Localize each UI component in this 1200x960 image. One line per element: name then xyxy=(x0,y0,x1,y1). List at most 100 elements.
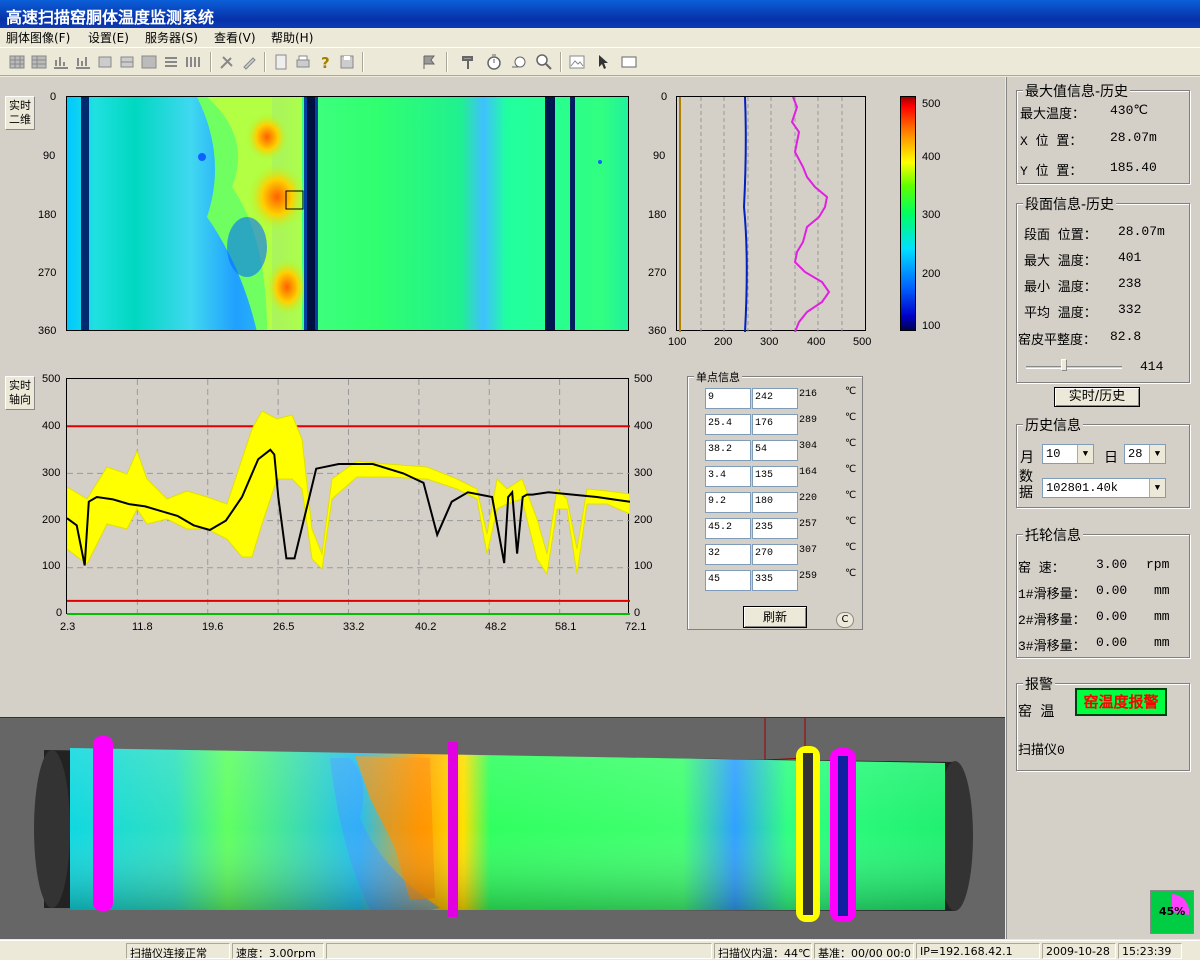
save-icon[interactable] xyxy=(338,53,356,71)
line-y-tick-right: 100 xyxy=(634,560,653,572)
realtime-history-toggle[interactable]: 实时/历史 xyxy=(1054,387,1140,407)
status-connection: 扫描仪连接正常 xyxy=(126,943,230,959)
temperature-colorbar xyxy=(900,96,916,331)
rectangle-icon[interactable] xyxy=(620,53,638,71)
realtime-axial-button[interactable]: 实时轴向 xyxy=(5,376,35,410)
toolbar: ? xyxy=(0,47,1200,76)
line-x-tick: 11.8 xyxy=(132,621,153,633)
chart-icon[interactable] xyxy=(52,53,70,71)
chevron-down-icon[interactable]: ▼ xyxy=(1149,445,1165,463)
point-angle-field[interactable]: 180 xyxy=(752,492,798,513)
section-avg-label: 平均 温度： xyxy=(1024,306,1097,321)
point-temp-unit: ℃ xyxy=(845,542,857,553)
point-angle-field[interactable]: 54 xyxy=(752,440,798,461)
c-button[interactable]: C xyxy=(836,612,854,628)
clock-icon[interactable] xyxy=(510,53,528,71)
point-temperature: 164 xyxy=(799,467,818,478)
menu-image[interactable]: 胴体图像(F) xyxy=(6,29,70,46)
point-temp-unit: ℃ xyxy=(845,412,857,423)
help-icon[interactable]: ? xyxy=(316,53,334,72)
print-icon[interactable] xyxy=(294,53,312,71)
section-profile-plot xyxy=(676,96,866,333)
point-temperature: 289 xyxy=(799,415,818,426)
menu-help[interactable]: 帮助(H) xyxy=(271,29,313,46)
point-position-field[interactable]: 9 xyxy=(705,388,751,409)
point-angle-field[interactable]: 235 xyxy=(752,518,798,539)
section-info-title: 段面信息-历史 xyxy=(1023,194,1117,214)
realtime-2d-button[interactable]: 实时二维 xyxy=(5,96,35,130)
status-base: 基准：00/00 00:0 xyxy=(814,943,914,959)
toolbar-separator xyxy=(264,52,266,72)
point-angle-field[interactable]: 335 xyxy=(752,570,798,591)
single-point-legend: 单点信息 xyxy=(694,369,742,385)
grid-icon[interactable] xyxy=(140,53,158,71)
grid-icon[interactable] xyxy=(30,53,48,71)
timer-icon[interactable] xyxy=(485,53,503,71)
section-avg-value: 332 xyxy=(1118,302,1142,317)
zoom-icon[interactable] xyxy=(535,53,553,71)
line-y-tick-right: 200 xyxy=(634,514,653,526)
menu-settings[interactable]: 设置(E) xyxy=(88,29,129,46)
menu-view[interactable]: 查看(V) xyxy=(214,29,256,46)
profile-x-tick: 400 xyxy=(807,336,826,348)
layout-icon[interactable] xyxy=(96,53,114,71)
pointer-icon[interactable] xyxy=(594,53,612,71)
line-x-tick: 2.3 xyxy=(60,621,76,633)
point-position-field[interactable]: 9.2 xyxy=(705,492,751,513)
day-select[interactable]: 28 ▼ xyxy=(1124,444,1166,464)
heatmap-y-tick: 0 xyxy=(50,91,57,103)
refresh-button[interactable]: 刷新 xyxy=(743,606,807,628)
kiln-temp-alarm[interactable]: 窑温度报警 xyxy=(1075,688,1167,716)
section-slider-track[interactable] xyxy=(1026,366,1122,369)
section-slider-thumb[interactable] xyxy=(1061,359,1068,371)
point-angle-field[interactable]: 176 xyxy=(752,414,798,435)
list-icon[interactable] xyxy=(162,53,180,71)
hammer-icon[interactable] xyxy=(460,53,478,71)
month-select[interactable]: 10 ▼ xyxy=(1042,444,1094,464)
point-angle-field[interactable]: 242 xyxy=(752,388,798,409)
profile-y-tick: 270 xyxy=(648,267,667,279)
point-position-field[interactable]: 32 xyxy=(705,544,751,565)
usage-value: 45% xyxy=(1159,905,1186,918)
title-bar: 高速扫描窑胴体温度监测系统 xyxy=(0,0,1200,28)
line-y-tick-right: 400 xyxy=(634,420,653,432)
chevron-down-icon[interactable]: ▼ xyxy=(1149,479,1165,497)
point-position-field[interactable]: 3.4 xyxy=(705,466,751,487)
layout-icon[interactable] xyxy=(118,53,136,71)
point-angle-field[interactable]: 135 xyxy=(752,466,798,487)
svg-text:?: ? xyxy=(321,54,330,71)
section-pos-label: 段面 位置： xyxy=(1024,228,1097,243)
line-y-tick-left: 200 xyxy=(42,514,61,526)
status-blank xyxy=(326,943,712,959)
heatmap-y-tick: 360 xyxy=(38,325,57,337)
point-position-field[interactable]: 38.2 xyxy=(705,440,751,461)
image-icon[interactable] xyxy=(568,53,586,71)
line-y-tick-left: 0 xyxy=(56,607,63,619)
y-pos-value: 185.40 xyxy=(1110,160,1157,175)
line-x-tick: 48.2 xyxy=(485,621,507,633)
point-angle-field[interactable]: 270 xyxy=(752,544,798,565)
line-x-tick: 26.5 xyxy=(273,621,295,633)
chart-icon[interactable] xyxy=(74,53,92,71)
usage-gauge: 45% xyxy=(1150,890,1194,934)
menu-server[interactable]: 服务器(S) xyxy=(145,29,198,46)
heatmap-y-tick: 90 xyxy=(43,150,56,162)
data-select[interactable]: 102801.40k ▼ xyxy=(1042,478,1166,498)
section-max-label: 最大 温度： xyxy=(1024,254,1097,269)
month-label: 月 xyxy=(1020,451,1034,467)
profile-x-tick: 300 xyxy=(760,336,779,348)
pen-icon[interactable] xyxy=(240,53,258,71)
point-position-field[interactable]: 45 xyxy=(705,570,751,591)
grid-icon[interactable] xyxy=(8,53,26,71)
day-value: 28 xyxy=(1128,447,1143,461)
profile-y-tick: 0 xyxy=(661,91,668,103)
point-position-field[interactable]: 45.2 xyxy=(705,518,751,539)
tools-icon[interactable] xyxy=(218,53,236,71)
kiln-3d-view[interactable] xyxy=(0,717,1005,939)
chevron-down-icon[interactable]: ▼ xyxy=(1077,445,1093,463)
grid-icon[interactable] xyxy=(184,53,202,71)
point-position-field[interactable]: 25.4 xyxy=(705,414,751,435)
flag-icon[interactable] xyxy=(420,53,438,71)
kiln-shell-heatmap[interactable] xyxy=(66,96,629,331)
document-icon[interactable] xyxy=(272,53,290,71)
